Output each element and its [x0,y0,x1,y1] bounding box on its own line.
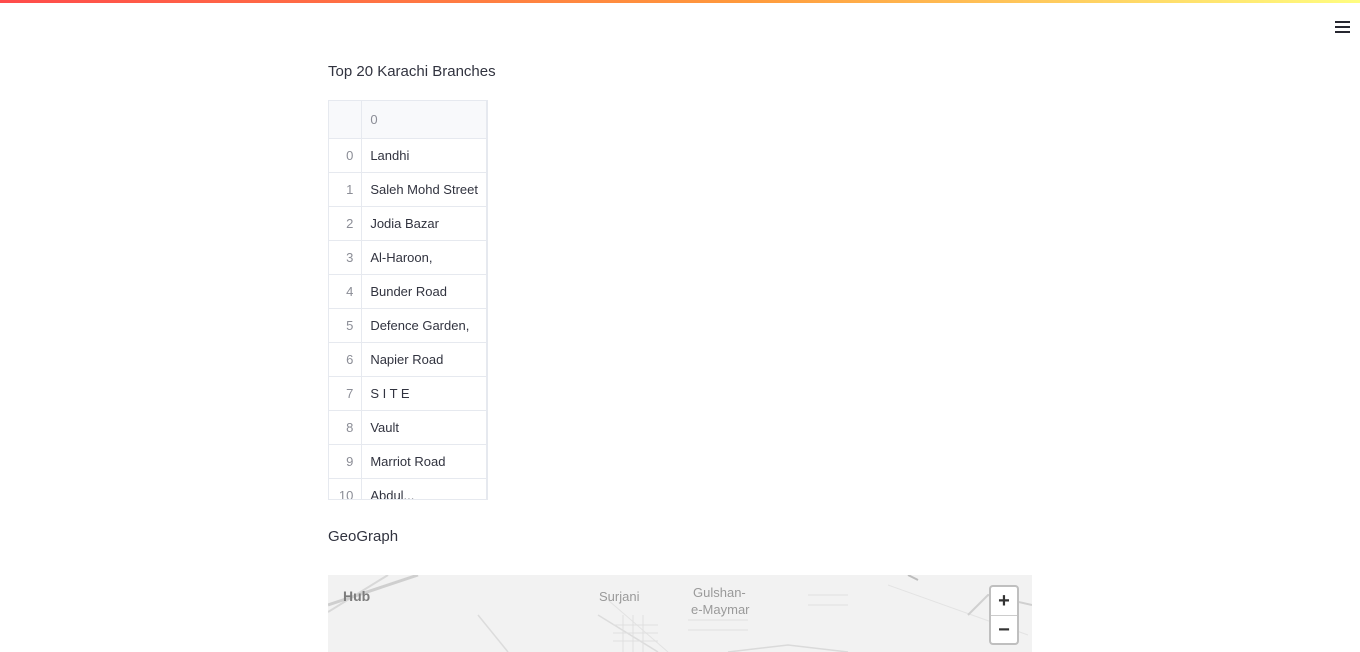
table-title: Top 20 Karachi Branches [328,63,496,80]
table-row: 9 Marriot Road [329,444,487,479]
row-index-cell: 2 [329,206,363,241]
row-index-cell: 7 [329,376,363,411]
branch-name-cell[interactable]: Bunder Road [361,274,487,309]
table-row: 6 Napier Road [329,342,487,377]
zoom-out-button[interactable]: − [991,616,1017,644]
table-row: 8 Vault [329,410,487,445]
table-row: 2 Jodia Bazar [329,206,487,241]
table-row: 7S I T E [329,376,487,411]
index-header-cell [329,101,363,139]
row-index-cell: 0 [329,138,363,173]
geo-map[interactable]: Hub Surjani Gulshan- e-Maymar [328,575,1032,652]
branches-dataframe[interactable]: 0 0 Landhi 1 Saleh Mohd Street 2 Jodia Bazar 3… [328,100,488,500]
row-index-cell: 8 [329,410,363,445]
map-label-gulshan-1: Gulshan- [693,585,746,600]
branch-name-cell[interactable]: Vault [361,410,487,445]
top-decoration-stripe [0,0,1360,3]
table-row: 5 Defence Garden, [329,308,487,343]
map-label-hub: Hub [343,588,371,604]
map-title: GeoGraph [328,528,399,545]
hamburger-menu-icon[interactable] [1330,16,1354,38]
branch-name-cell[interactable]: Napier Road [361,342,487,377]
branch-name-cell[interactable]: Saleh Mohd Street [361,172,487,207]
row-index-cell: 5 [329,308,363,343]
table-row: 10 Abdul... [329,478,487,499]
table-header-row: 0 [329,101,487,139]
map-roads [328,575,1032,652]
row-index-cell: 1 [329,172,363,207]
table-row: 1 Saleh Mohd Street [329,172,487,207]
row-index-cell: 10 [329,478,363,499]
table-row: 0 Landhi [329,138,487,173]
column-header[interactable]: 0 [361,101,487,139]
branch-name-cell[interactable]: Jodia Bazar [361,206,487,241]
branches-table: 0 0 Landhi 1 Saleh Mohd Street 2 Jodia Bazar 3… [329,101,487,499]
table-row: 4 Bunder Road [329,274,487,309]
branch-name-cell[interactable]: Landhi [361,138,487,173]
row-index-cell: 9 [329,444,363,479]
map-label-gulshan-2: e-Maymar [691,602,750,617]
map-label-surjani: Surjani [599,589,640,604]
row-index-cell: 3 [329,240,363,275]
row-index-cell: 4 [329,274,363,309]
branch-name-cell[interactable]: Marriot Road [361,444,487,479]
table-row: 3 Al-Haroon, [329,240,487,275]
row-index-cell: 6 [329,342,363,377]
branch-name-cell[interactable]: Abdul... [361,478,487,499]
branch-name-cell[interactable]: Al-Haroon, [361,240,487,275]
branch-name-cell[interactable]: Defence Garden, [361,308,487,343]
zoom-in-button[interactable]: + [991,587,1017,616]
map-zoom-control: + − [989,585,1019,645]
branch-name-cell[interactable]: S I T E [361,376,487,411]
